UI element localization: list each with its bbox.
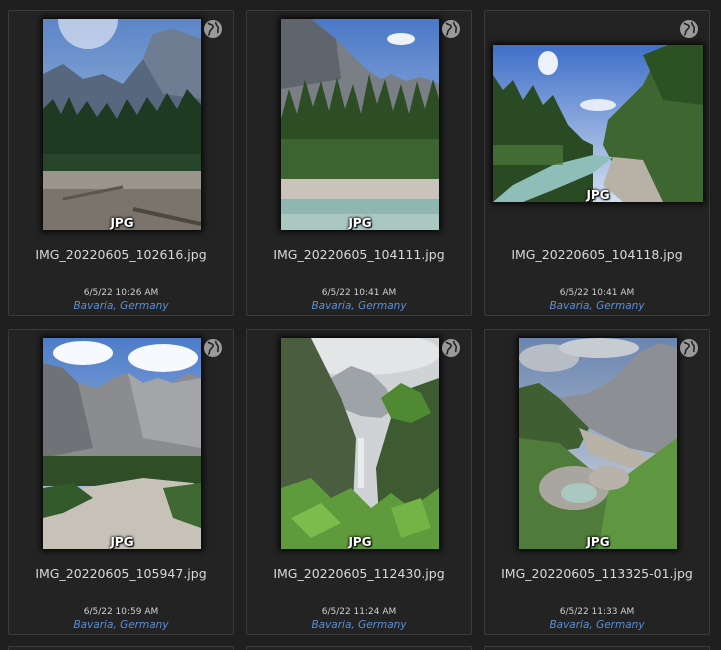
file-type-badge: JPG — [348, 216, 372, 230]
photo-thumbnail[interactable]: JPG — [43, 19, 201, 230]
photo-location-link[interactable]: Bavaria, Germany — [485, 300, 709, 312]
photo-date: 6/5/22 10:41 AM — [559, 288, 635, 298]
photo-location-link[interactable]: Bavaria, Germany — [485, 619, 709, 631]
photo-location-link[interactable]: Bavaria, Germany — [247, 300, 471, 312]
file-name[interactable]: IMG_20220605_105947.jpg — [9, 566, 233, 581]
photo-tile-partial[interactable] — [8, 646, 234, 650]
globe-icon[interactable] — [203, 338, 223, 358]
photo-grid: JPG IMG_20220605_102616.jpg 6/5/22 10:26… — [0, 0, 721, 650]
globe-icon[interactable] — [441, 338, 461, 358]
photo-location-link[interactable]: Bavaria, Germany — [9, 300, 233, 312]
photo-date: 6/5/22 10:59 AM — [83, 607, 159, 617]
photo-tile[interactable]: JPG IMG_20220605_112430.jpg 6/5/22 11:24… — [246, 329, 472, 635]
photo-tile[interactable]: JPG IMG_20220605_105947.jpg 6/5/22 10:59… — [8, 329, 234, 635]
file-type-badge: JPG — [586, 188, 610, 202]
file-type-badge: JPG — [110, 216, 134, 230]
file-name[interactable]: IMG_20220605_104111.jpg — [247, 247, 471, 262]
globe-icon[interactable] — [679, 338, 699, 358]
photo-thumbnail[interactable]: JPG — [43, 338, 201, 549]
photo-date: 6/5/22 11:33 AM — [559, 607, 635, 617]
photo-location-link[interactable]: Bavaria, Germany — [247, 619, 471, 631]
photo-tile[interactable]: JPG IMG_20220605_104111.jpg 6/5/22 10:41… — [246, 10, 472, 316]
globe-icon[interactable] — [441, 19, 461, 39]
photo-thumbnail[interactable]: JPG — [281, 338, 439, 549]
photo-location-link[interactable]: Bavaria, Germany — [9, 619, 233, 631]
photo-tile-partial[interactable] — [484, 646, 710, 650]
file-name[interactable]: IMG_20220605_102616.jpg — [9, 247, 233, 262]
photo-date: 6/5/22 10:41 AM — [321, 288, 397, 298]
globe-icon[interactable] — [679, 19, 699, 39]
globe-icon[interactable] — [203, 19, 223, 39]
photo-tile[interactable]: JPG IMG_20220605_113325-01.jpg 6/5/22 11… — [484, 329, 710, 635]
file-type-badge: JPG — [348, 535, 372, 549]
file-type-badge: JPG — [586, 535, 610, 549]
photo-thumbnail[interactable]: JPG — [281, 19, 439, 230]
file-name[interactable]: IMG_20220605_104118.jpg — [485, 247, 709, 262]
file-name[interactable]: IMG_20220605_113325-01.jpg — [485, 566, 709, 581]
file-name[interactable]: IMG_20220605_112430.jpg — [247, 566, 471, 581]
photo-thumbnail[interactable]: JPG — [519, 338, 677, 549]
photo-date: 6/5/22 11:24 AM — [321, 607, 397, 617]
file-type-badge: JPG — [110, 535, 134, 549]
photo-tile[interactable]: JPG IMG_20220605_104118.jpg 6/5/22 10:41… — [484, 10, 710, 316]
photo-thumbnail[interactable]: JPG — [493, 45, 703, 202]
photo-tile-partial[interactable] — [246, 646, 472, 650]
photo-tile[interactable]: JPG IMG_20220605_102616.jpg 6/5/22 10:26… — [8, 10, 234, 316]
photo-date: 6/5/22 10:26 AM — [83, 288, 159, 298]
